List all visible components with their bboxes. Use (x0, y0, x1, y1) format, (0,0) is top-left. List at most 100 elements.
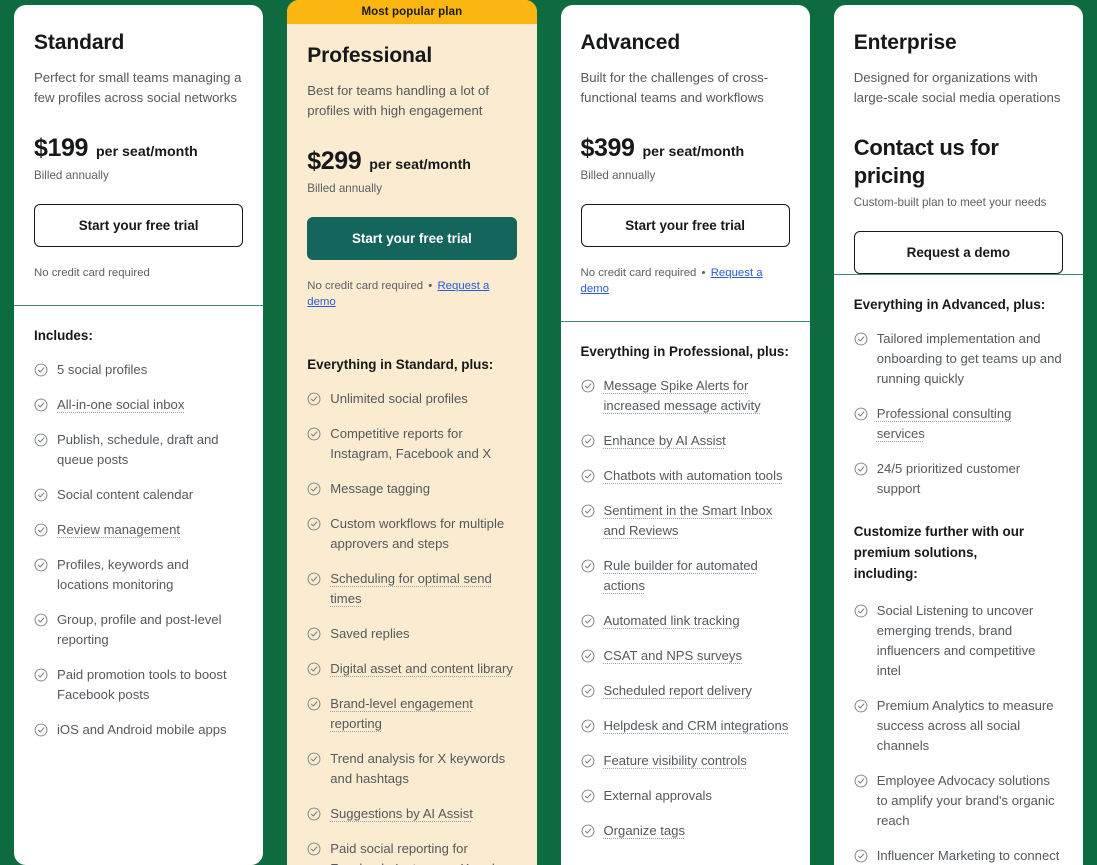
check-circle-icon (581, 824, 595, 838)
feature-label: Competitive reports for Instagram, Faceb… (330, 426, 492, 461)
feature-item: Organize tags (581, 821, 790, 841)
feature-label[interactable]: Automated link tracking (604, 611, 740, 631)
feature-item: Social content calendar (34, 485, 243, 505)
feature-label: 5 social profiles (57, 362, 148, 377)
feature-item: Publish, schedule, draft and queue posts (34, 430, 243, 470)
feature-label: Paid promotion tools to boost Facebook p… (57, 667, 227, 702)
feature-label[interactable]: Helpdesk and CRM integrations (604, 716, 789, 736)
no-credit-card-text: No credit card required (307, 280, 424, 292)
feature-label[interactable]: Review management (57, 520, 180, 540)
feature-item: Premium Analytics to measure success acr… (854, 696, 1063, 756)
cta-advanced-button[interactable]: Start your free trial (580, 204, 790, 247)
feature-label[interactable]: Scheduled report delivery (604, 681, 752, 701)
plan-features-section: Everything in Advanced, plus: Tailored i… (834, 275, 1083, 865)
feature-label[interactable]: All-in-one social inbox (57, 395, 184, 415)
feature-item: Review management (34, 520, 243, 540)
feature-item: Professional consulting services (854, 404, 1063, 444)
feature-label: Employee Advocacy solutions to amplify y… (876, 773, 1055, 828)
check-circle-icon (854, 407, 868, 421)
feature-label: Social Listening to uncover emerging tre… (876, 603, 1036, 678)
cta-standard-button[interactable]: Start your free trial (34, 204, 244, 247)
check-circle-icon (581, 504, 595, 518)
plan-card-header: Advanced Built for the challenges of cro… (561, 5, 810, 321)
feature-label: Influencer Marketing to connect with cre… (876, 848, 1060, 863)
check-circle-icon (307, 842, 321, 856)
check-circle-icon (854, 332, 868, 346)
plan-cta-note: No credit card required (34, 265, 243, 281)
feature-label[interactable]: Digital asset and content library (330, 659, 513, 679)
check-circle-icon (581, 649, 595, 663)
most-popular-badge: Most popular plan (287, 0, 537, 24)
features-title: Everything in Standard, plus: (307, 357, 494, 372)
check-circle-icon (307, 517, 321, 531)
plan-price-row: $399 per seat/month (581, 134, 790, 163)
plan-features-section: Includes: 5 social profiles All-in-one so… (14, 306, 263, 865)
feature-item: Scheduled report delivery (581, 681, 790, 701)
check-circle-icon (307, 392, 321, 406)
feature-label[interactable]: Brand-level engagement reporting (330, 694, 516, 734)
feature-label[interactable]: CSAT and NPS surveys (604, 646, 743, 666)
feature-label: iOS and Android mobile apps (57, 722, 227, 737)
secondary-feature-list: Social Listening to uncover emerging tre… (854, 601, 1063, 865)
feature-item: Trend analysis for X keywords and hashta… (307, 749, 516, 789)
feature-label: Custom workflows for multiple approvers … (330, 516, 505, 551)
feature-label: Profiles, keywords and locations monitor… (57, 557, 189, 592)
feature-label: Trend analysis for X keywords and hashta… (330, 751, 506, 786)
no-credit-card-text: No credit card required (580, 267, 697, 279)
cta-professional-button[interactable]: Start your free trial (307, 217, 517, 260)
feature-item: Group, profile and post-level reporting (34, 610, 243, 650)
feature-label[interactable]: Scheduling for optimal send times (330, 569, 516, 609)
feature-list: Unlimited social profiles Competitive rep… (307, 389, 516, 865)
feature-label[interactable]: Sentiment in the Smart Inbox and Reviews (604, 501, 790, 541)
check-circle-icon (34, 488, 48, 502)
feature-item: Digital asset and content library (307, 659, 516, 679)
plan-name: Professional (307, 44, 433, 67)
plan-card-header: Professional Best for teams handling a l… (287, 24, 536, 334)
feature-label[interactable]: Organize tags (604, 821, 686, 841)
feature-item: External approvals (581, 786, 790, 806)
check-circle-icon (854, 774, 868, 788)
check-circle-icon (307, 752, 321, 766)
check-circle-icon (581, 469, 595, 483)
feature-label[interactable]: Suggestions by AI Assist (330, 804, 473, 824)
note-separator: • (425, 280, 436, 292)
plan-card-enterprise: Enterprise Designed for organizations wi… (833, 5, 1083, 865)
no-credit-card-text: No credit card required (34, 267, 150, 279)
feature-item: Unlimited social profiles (307, 389, 516, 409)
plan-description: Perfect for small teams managing a few p… (34, 70, 242, 105)
feature-item: Enhance by AI Assist (581, 431, 790, 451)
plan-price-unit: per seat/month (642, 144, 745, 160)
feature-label[interactable]: Feature visibility controls (604, 751, 747, 771)
plan-description: Built for the challenges of cross-functi… (580, 70, 769, 105)
feature-label: 24/5 prioritized customer support (876, 461, 1021, 496)
plan-features-section: Everything in Professional, plus: Messag… (561, 322, 810, 865)
plan-card-advanced: Advanced Built for the challenges of cro… (560, 5, 810, 865)
check-circle-icon (581, 434, 595, 448)
check-circle-icon (34, 613, 48, 627)
feature-label[interactable]: Enhance by AI Assist (604, 431, 726, 451)
plan-name: Standard (34, 31, 125, 54)
pricing-plans-grid: Standard Perfect for small teams managin… (0, 0, 1097, 865)
plan-price-row: $299 per seat/month (307, 147, 516, 176)
feature-label[interactable]: Rule builder for automated actions (604, 556, 790, 596)
plan-cta-note: No credit card required • Request a demo (581, 265, 790, 297)
feature-label[interactable]: Message Spike Alerts for increased messa… (604, 376, 790, 416)
feature-label[interactable]: Chatbots with automation tools (604, 466, 783, 486)
feature-item: Influencer Marketing to connect with cre… (854, 846, 1063, 865)
cta-enterprise-button[interactable]: Request a demo (853, 231, 1063, 274)
check-circle-icon (581, 789, 595, 803)
check-circle-icon (581, 614, 595, 628)
feature-item: Message tagging (307, 479, 516, 499)
check-circle-icon (34, 433, 48, 447)
feature-label: Saved replies (330, 626, 410, 641)
feature-item: CSAT and NPS surveys (581, 646, 790, 666)
feature-item: Feature visibility controls (581, 751, 790, 771)
feature-item: Scheduling for optimal send times (307, 569, 516, 609)
plan-price-row: $199 per seat/month (34, 134, 243, 163)
check-circle-icon (34, 363, 48, 377)
check-circle-icon (307, 697, 321, 711)
plan-billing-note: Billed annually (34, 169, 109, 182)
check-circle-icon (307, 627, 321, 641)
feature-item: Helpdesk and CRM integrations (581, 716, 790, 736)
feature-label[interactable]: Professional consulting services (877, 404, 1063, 444)
